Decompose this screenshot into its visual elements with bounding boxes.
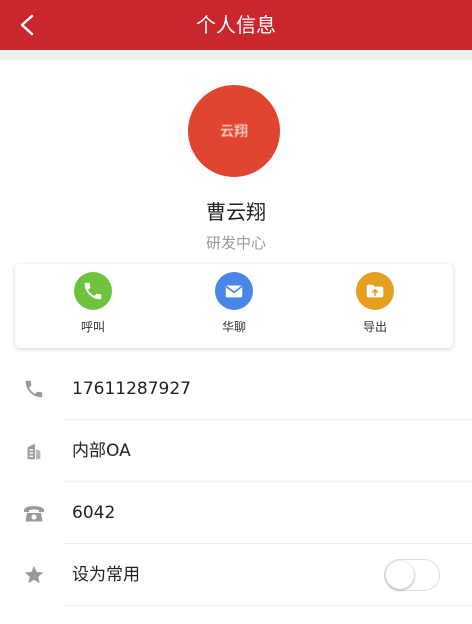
mobile-number: 17611287927 [72,379,191,399]
profile-content: 云翔 曹云翔 研发中心 呼叫 华聊 导出 17611287927 内部OA 60… [0,60,472,624]
mail-icon [215,272,253,310]
building-icon [22,439,46,463]
toggle-knob [386,561,414,589]
chat-button[interactable]: 华聊 [194,272,274,340]
contact-name: 曹云翔 [206,200,266,224]
call-label: 呼叫 [80,320,105,334]
avatar: 云翔 [188,85,280,177]
star-icon [22,563,46,587]
info-row-favorite: 设为常用 [0,544,472,606]
export-label: 导出 [362,320,387,334]
export-button[interactable]: 导出 [335,272,415,340]
favorite-toggle[interactable] [384,559,440,591]
extension-number: 6042 [72,503,116,523]
phone-icon [74,272,112,310]
folder-upload-icon [356,272,394,310]
header-divider [0,50,472,60]
telephone-icon [22,501,46,525]
row-divider [64,605,472,606]
favorite-label: 设为常用 [72,565,140,585]
chat-label: 华聊 [221,320,246,334]
phone-icon [22,377,46,401]
organization-name: 内部OA [72,441,131,461]
info-row-extension[interactable]: 6042 [0,482,472,544]
page-title: 个人信息 [196,13,276,37]
info-row-mobile[interactable]: 17611287927 [0,358,472,420]
header-bar: 个人信息 [0,0,472,50]
info-row-org: 内部OA [0,420,472,482]
action-card: 呼叫 华聊 导出 [15,264,453,348]
avatar-text: 云翔 [220,124,248,140]
contact-department: 研发中心 [205,234,266,252]
call-button[interactable]: 呼叫 [53,272,133,340]
